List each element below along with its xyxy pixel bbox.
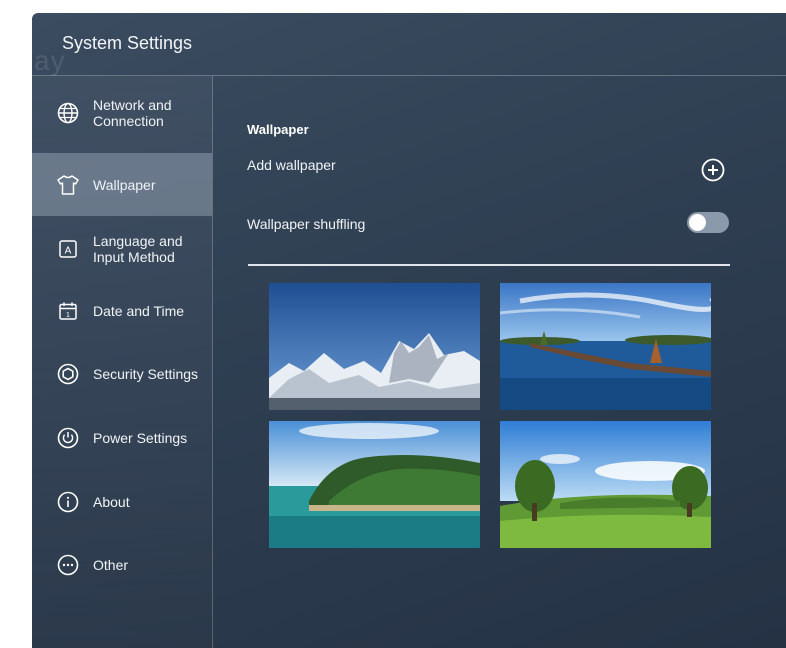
sidebar-item-other[interactable]: Other <box>32 537 212 593</box>
sidebar-item-language[interactable]: A Language and Input Method <box>32 219 212 279</box>
globe-icon <box>56 101 80 125</box>
add-wallpaper-label: Add wallpaper <box>247 157 336 173</box>
wallpaper-panel: Wallpaper Add wallpaper Wallpaper shuffl… <box>213 76 786 648</box>
title-bar: System Settings <box>32 13 786 76</box>
section-title: Wallpaper <box>247 122 309 137</box>
sidebar-item-power[interactable]: Power Settings <box>32 410 212 466</box>
power-icon <box>56 426 80 450</box>
wallpaper-thumbnail-mountains[interactable] <box>269 283 480 410</box>
wallpaper-thumbnail-lake[interactable] <box>500 283 711 410</box>
sidebar-item-label: About <box>93 494 130 510</box>
keyboard-a-icon: A <box>56 237 80 261</box>
calendar-icon: 1 <box>56 299 80 323</box>
svg-text:1: 1 <box>66 312 70 319</box>
page-title: System Settings <box>62 33 193 53</box>
wallpaper-thumbnail-island[interactable] <box>269 421 480 548</box>
sidebar: Network and Connection Wallpaper A Langu… <box>32 76 213 648</box>
wallpaper-shuffling-label: Wallpaper shuffling <box>247 216 366 232</box>
sidebar-item-label: Date and Time <box>93 303 185 319</box>
sidebar-item-label: Power Settings <box>93 430 188 446</box>
sidebar-item-wallpaper[interactable]: Wallpaper <box>32 153 212 216</box>
shield-gear-icon <box>56 362 80 386</box>
wallpaper-shuffling-toggle[interactable] <box>687 212 729 233</box>
wallpaper-thumbnail-meadow[interactable] <box>500 421 711 548</box>
divider <box>248 264 730 266</box>
sidebar-item-date-time[interactable]: 1 Date and Time <box>32 283 212 339</box>
info-icon <box>56 490 80 514</box>
tshirt-icon <box>56 173 80 197</box>
plus-circle-icon <box>701 158 725 182</box>
svg-text:A: A <box>65 246 72 257</box>
toggle-knob <box>689 214 706 231</box>
settings-window: ay System Settings Network and Connectio… <box>32 13 786 648</box>
sidebar-item-security[interactable]: Security Settings <box>32 346 212 402</box>
add-wallpaper-button[interactable] <box>700 157 726 183</box>
more-dots-icon <box>56 553 80 577</box>
sidebar-item-label: Language and Input Method <box>93 233 183 265</box>
sidebar-item-label: Security Settings <box>93 366 199 382</box>
sidebar-item-label: Wallpaper <box>93 176 156 193</box>
sidebar-item-label: Network and Connection <box>93 97 172 129</box>
sidebar-item-label: Other <box>93 557 129 573</box>
sidebar-item-about[interactable]: About <box>32 474 212 530</box>
sidebar-item-network[interactable]: Network and Connection <box>32 86 212 140</box>
